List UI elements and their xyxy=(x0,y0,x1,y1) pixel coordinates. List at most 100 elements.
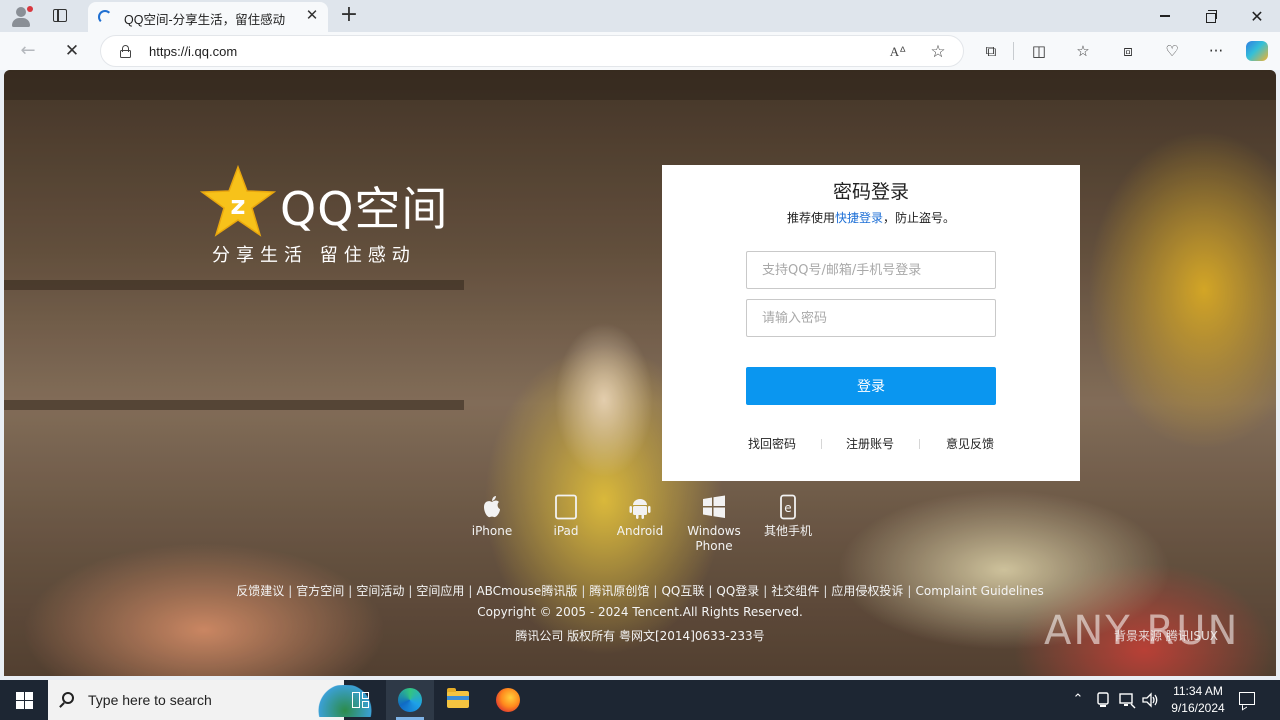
login-tip-suffix: ，防止盗号。 xyxy=(883,211,956,225)
footer-separator: | xyxy=(823,584,828,598)
login-panel: 密码登录 推荐使用快捷登录，防止盗号。 登录 找回密码 注册账号 意见反馈 xyxy=(662,165,1080,481)
platform-android[interactable]: Android xyxy=(600,494,680,539)
firefox-icon[interactable] xyxy=(484,680,532,720)
footer-link[interactable]: Complaint Guidelines xyxy=(915,584,1043,598)
footer-link[interactable]: 空间应用 xyxy=(416,584,464,598)
tablet-icon xyxy=(555,494,577,520)
loading-icon xyxy=(98,10,112,24)
page-viewport: z QQ空间 分享生活 留住感动 密码登录 推荐使用快捷登录，防止盗号。 登录 … xyxy=(4,70,1276,676)
close-window-button[interactable]: ✕ xyxy=(1234,0,1280,32)
background-credit[interactable]: 背景来源 腾讯ISUX xyxy=(1114,627,1218,644)
platform-ipad[interactable]: iPad xyxy=(526,494,606,539)
login-tip-prefix: 推荐使用 xyxy=(786,211,835,225)
register-account-link[interactable]: 注册账号 xyxy=(846,435,894,452)
copilot-icon[interactable] xyxy=(1246,41,1268,61)
footer-separator: | xyxy=(288,584,293,598)
new-tab-button[interactable]: + xyxy=(338,4,360,26)
platform-iphone[interactable]: iPhone xyxy=(452,494,532,539)
shelf xyxy=(4,280,464,290)
search-placeholder: Type here to search xyxy=(88,692,212,708)
login-title: 密码登录 xyxy=(832,181,909,203)
footer-link[interactable]: 空间活动 xyxy=(356,584,404,598)
platform-windows-phone[interactable]: Windows Phone xyxy=(674,494,754,554)
tab-title: QQ空间-分享生活，留住感动 xyxy=(124,13,286,27)
read-aloud-icon[interactable]: Aᐞ xyxy=(887,41,909,63)
tab-strip: QQ空间-分享生活，留住感动 ✕ + ✕ xyxy=(0,0,1280,32)
restore-button[interactable] xyxy=(1188,0,1234,32)
clock-date: 9/16/2024 xyxy=(1171,701,1225,715)
platform-label: iPad xyxy=(553,524,579,538)
link-divider xyxy=(821,439,822,449)
footer-separator: | xyxy=(653,584,658,598)
network-icon[interactable] xyxy=(1117,690,1137,710)
taskbar: Type here to search ⌃ 11:34 AM 9/16/2024 xyxy=(0,680,1280,720)
footer-link[interactable]: ABCmouse腾讯版 xyxy=(476,584,577,598)
collections-icon[interactable]: ⧈ xyxy=(1116,40,1140,62)
platform-label: Windows Phone xyxy=(687,524,741,553)
volume-icon[interactable] xyxy=(1140,690,1160,710)
footer-link[interactable]: QQ互联 xyxy=(661,584,704,598)
footer-separator: | xyxy=(348,584,353,598)
footer-links: 反馈建议 | 官方空间 | 空间活动 | 空间应用 | ABCmouse腾讯版 | 腾讯原创馆 | QQ… xyxy=(4,582,1276,599)
star-icon[interactable]: ☆ xyxy=(927,41,949,63)
lock-icon[interactable] xyxy=(120,45,131,58)
logo-text: QQ空间 xyxy=(280,182,449,236)
ceiling xyxy=(4,70,1276,100)
extensions-icon[interactable]: ⧉ xyxy=(979,40,1003,62)
apple-icon xyxy=(484,496,500,518)
footer-separator: | xyxy=(468,584,473,598)
footer-link[interactable]: QQ登录 xyxy=(716,584,759,598)
profile-icon[interactable] xyxy=(8,4,34,28)
platform-other-phone[interactable]: e 其他手机 xyxy=(748,494,828,539)
recover-password-link[interactable]: 找回密码 xyxy=(748,435,796,452)
username-input[interactable] xyxy=(746,251,996,289)
footer-link[interactable]: 应用侵权投诉 xyxy=(831,584,903,598)
svg-text:e: e xyxy=(784,501,791,515)
heart-icon[interactable]: ♡ xyxy=(1160,40,1184,62)
more-icon[interactable]: ··· xyxy=(1204,40,1228,62)
minimize-button[interactable] xyxy=(1142,0,1188,32)
notification-icon[interactable] xyxy=(1236,689,1258,711)
browser-tab[interactable]: QQ空间-分享生活，留住感动 ✕ xyxy=(88,2,328,32)
start-button[interactable] xyxy=(0,680,48,720)
footer-separator: | xyxy=(408,584,413,598)
footer-separator: | xyxy=(581,584,586,598)
login-button[interactable]: 登录 xyxy=(746,367,996,405)
stop-loading-button[interactable]: ✕ xyxy=(58,38,86,64)
shelf xyxy=(4,400,464,410)
other-phone-icon: e xyxy=(780,494,796,520)
footer-link[interactable]: 官方空间 xyxy=(296,584,344,598)
footer-link[interactable]: 腾讯原创馆 xyxy=(589,584,649,598)
platform-label: Android xyxy=(616,524,664,538)
favorites-icon[interactable]: ☆ xyxy=(1071,40,1095,62)
back-button[interactable]: ← xyxy=(14,38,42,64)
footer-link[interactable]: 反馈建议 xyxy=(236,584,284,598)
login-links: 找回密码 注册账号 意见反馈 xyxy=(746,435,996,453)
edge-icon[interactable] xyxy=(386,680,434,720)
system-clock[interactable]: 11:34 AM 9/16/2024 xyxy=(1160,683,1236,717)
password-input[interactable] xyxy=(746,299,996,337)
tab-close-icon[interactable]: ✕ xyxy=(304,8,320,24)
quick-login-link[interactable]: 快捷登录 xyxy=(835,211,883,225)
qzone-logo: z QQ空间 分享生活 留住感动 xyxy=(200,165,460,275)
star-logo-icon: z xyxy=(200,165,276,237)
browser-toolbar: ← ✕ https://i.qq.com Aᐞ ☆ ⧉ ◫ ☆ ⧈ ♡ ··· xyxy=(0,32,1280,70)
footer-link[interactable]: 社交组件 xyxy=(771,584,819,598)
tray-chevron-icon[interactable]: ⌃ xyxy=(1068,690,1088,710)
device-icon[interactable] xyxy=(1093,690,1113,710)
feedback-link[interactable]: 意见反馈 xyxy=(946,435,994,452)
split-screen-icon[interactable]: ◫ xyxy=(1027,40,1051,62)
file-explorer-icon[interactable] xyxy=(434,680,482,720)
task-view-icon[interactable] xyxy=(336,680,384,720)
platform-label: 其他手机 xyxy=(763,524,812,538)
footer-separator: | xyxy=(763,584,768,598)
url-text[interactable]: https://i.qq.com xyxy=(149,44,237,59)
android-icon xyxy=(629,499,651,519)
clock-time: 11:34 AM xyxy=(1173,684,1223,698)
tab-actions-icon[interactable] xyxy=(48,6,72,26)
toolbar-divider xyxy=(1013,42,1014,60)
address-bar[interactable]: https://i.qq.com Aᐞ ☆ xyxy=(100,35,964,67)
taskbar-search[interactable]: Type here to search xyxy=(48,680,380,720)
svg-text:z: z xyxy=(230,191,245,221)
logo-slogan: 分享生活 留住感动 xyxy=(212,245,416,266)
